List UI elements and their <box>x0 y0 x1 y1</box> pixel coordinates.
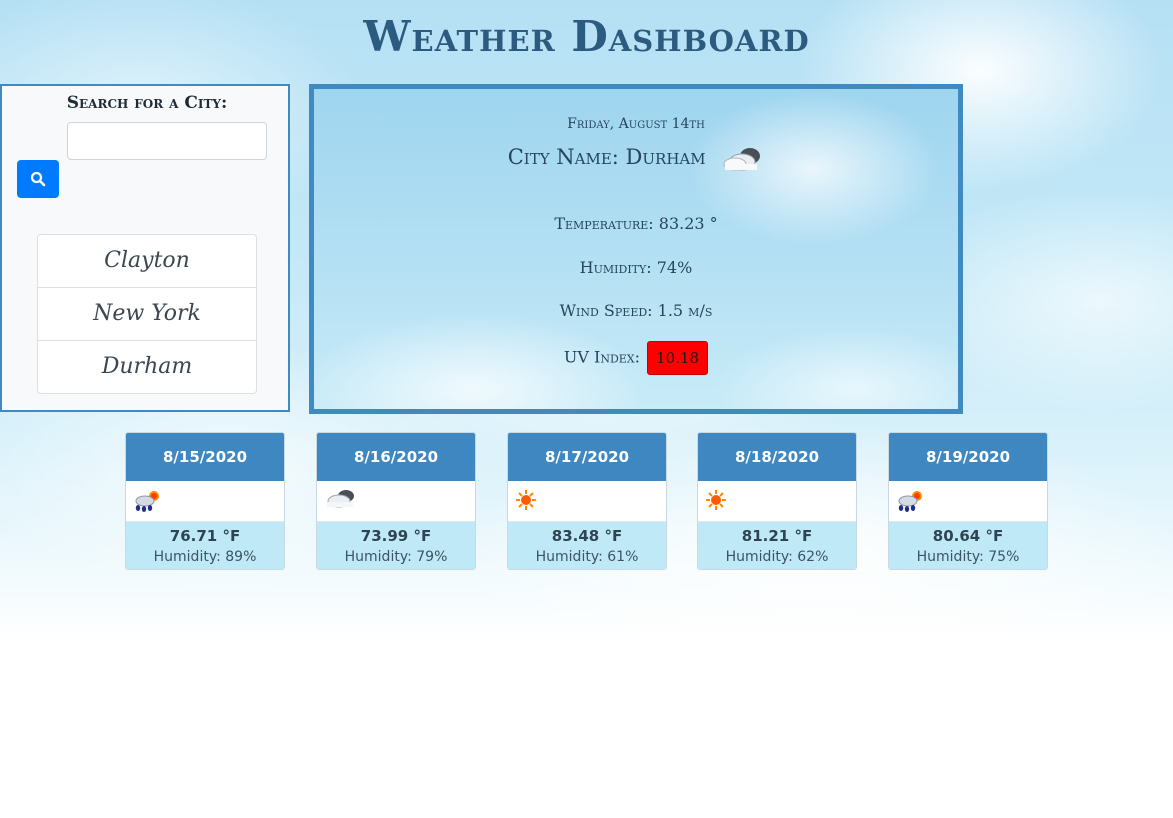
history-item-clayton[interactable]: Clayton <box>38 235 256 288</box>
history-item-new-york[interactable]: New York <box>38 288 256 341</box>
sun-icon <box>706 490 726 510</box>
forecast-card: 8/16/2020 73.99 °F Humidity: 79% <box>316 432 476 570</box>
cloud-icon <box>723 147 761 170</box>
forecast-date: 8/18/2020 <box>698 433 856 481</box>
uv-index-badge: 10.18 <box>647 341 709 375</box>
rain-sun-icon <box>898 491 922 512</box>
forecast-humidity: Humidity: 61% <box>535 549 639 565</box>
sun-icon <box>516 490 536 510</box>
forecast-temp: 81.21 °F <box>741 527 813 545</box>
search-panel: Search for a City: Clayton New York Durh… <box>0 84 290 412</box>
search-input[interactable] <box>67 122 267 160</box>
forecast-temp: 80.64 °F <box>932 527 1004 545</box>
forecast-temp: 73.99 °F <box>360 527 432 545</box>
rain-sun-icon <box>135 491 159 512</box>
current-humidity: Humidity: 74% <box>579 258 693 277</box>
uv-label: UV Index: <box>563 347 641 367</box>
forecast-card: 8/18/2020 81.21 °F Humidity: 62% <box>697 432 857 570</box>
forecast-date: 8/16/2020 <box>317 433 475 481</box>
search-button[interactable] <box>17 160 59 198</box>
current-city-heading: City Name: Durham <box>314 145 958 172</box>
current-date: Friday, August 14th <box>567 116 705 132</box>
forecast-date: 8/15/2020 <box>126 433 284 481</box>
current-city-name: City Name: Durham <box>507 145 706 169</box>
search-label: Search for a City: <box>66 93 228 113</box>
forecast-humidity: Humidity: 75% <box>916 549 1020 565</box>
search-icon <box>30 171 46 187</box>
forecast-humidity: Humidity: 62% <box>725 549 829 565</box>
cloud-icon <box>327 490 354 508</box>
current-wind-speed: Wind Speed: 1.5 m/s <box>559 301 713 320</box>
forecast-date: 8/19/2020 <box>889 433 1047 481</box>
forecast-card: 8/19/2020 80.64 °F Humidity: 75% <box>888 432 1048 570</box>
forecast-card: 8/15/2020 76.71 °F Humidity: 89% <box>125 432 285 570</box>
forecast-temp: 76.71 °F <box>169 527 241 545</box>
search-history-list: Clayton New York Durham <box>37 234 257 394</box>
page-title: Weather Dashboard <box>363 12 810 61</box>
forecast-date: 8/17/2020 <box>508 433 666 481</box>
forecast-humidity: Humidity: 79% <box>344 549 448 565</box>
history-item-durham[interactable]: Durham <box>38 341 256 393</box>
forecast-humidity: Humidity: 89% <box>153 549 257 565</box>
forecast-card: 8/17/2020 83.48 °F Humidity: 61% <box>507 432 667 570</box>
current-uv-row: UV Index: 10.18 <box>314 341 958 375</box>
current-weather-panel: Friday, August 14th City Name: Durham Te… <box>309 84 963 414</box>
current-temperature: Temperature: 83.23 ° <box>554 214 718 233</box>
forecast-temp: 83.48 °F <box>551 527 623 545</box>
